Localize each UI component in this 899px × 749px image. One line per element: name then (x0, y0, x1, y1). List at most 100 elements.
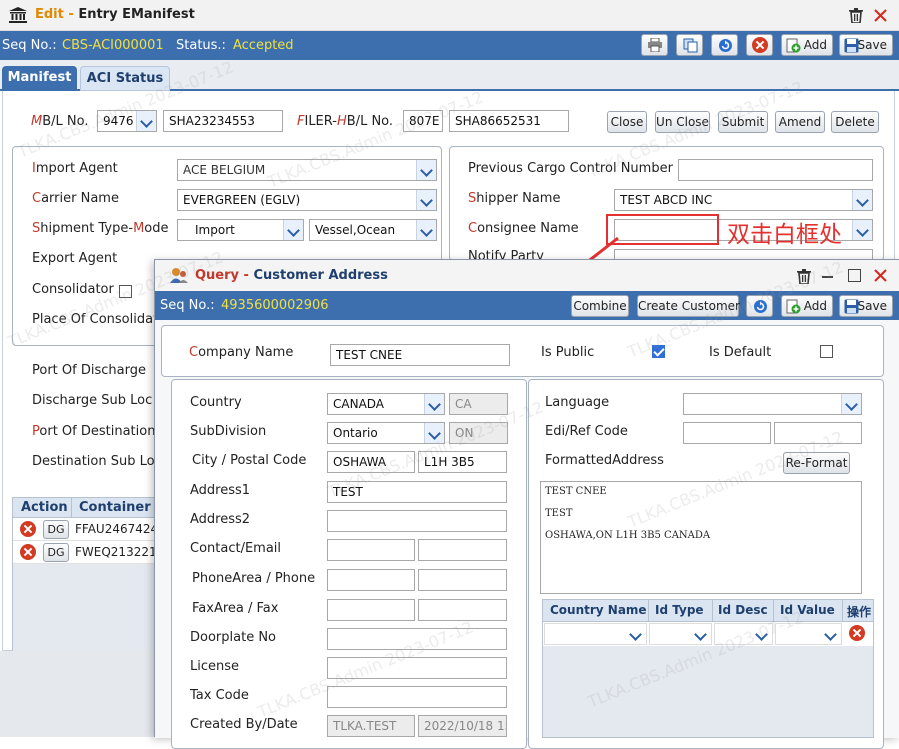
unclose-button[interactable]: Un Close (655, 111, 710, 133)
tab-aci-status[interactable]: ACI Status (80, 66, 170, 91)
close-button[interactable]: Close (607, 111, 647, 133)
country-select[interactable]: CANADA (327, 393, 445, 415)
edi-input[interactable] (683, 422, 771, 444)
cancel-icon (752, 37, 768, 53)
id-type-select[interactable] (649, 623, 712, 645)
mbl-prefix-value: 9476 (103, 114, 134, 128)
license-input[interactable] (327, 657, 507, 679)
phone-area-input[interactable] (327, 569, 415, 591)
fax-area-input[interactable] (327, 599, 415, 621)
contact-input[interactable] (327, 539, 415, 561)
company-input[interactable]: TEST CNEE (330, 344, 510, 366)
dg-button[interactable]: DG (43, 520, 69, 539)
table-row[interactable] (543, 622, 873, 646)
is-public-checkbox[interactable] (652, 345, 665, 358)
delete-row-icon[interactable] (849, 625, 865, 641)
postal-input[interactable]: L1H 3B5 (418, 451, 507, 473)
trash-icon[interactable] (849, 8, 863, 23)
cancel-button[interactable] (746, 34, 773, 56)
title-sep: - (63, 7, 79, 22)
close-icon[interactable] (874, 269, 887, 282)
save-disk-icon (844, 299, 859, 314)
mbl-prefix-select[interactable]: 9476 (97, 110, 157, 132)
city-input[interactable]: OSHAWA (327, 451, 415, 473)
email-input[interactable] (418, 539, 507, 561)
maximize-icon[interactable] (848, 269, 861, 282)
is-default-checkbox[interactable] (820, 345, 833, 358)
tab-strip: Manifest ACI Status (0, 60, 899, 91)
delete-button[interactable]: Delete (831, 111, 879, 133)
contact-label: Contact/Email (190, 541, 282, 556)
shipment-type-select[interactable]: Import (177, 219, 304, 241)
export-agent-label: Export Agent (32, 251, 118, 266)
id-value-select[interactable] (775, 623, 842, 645)
combine-button[interactable]: Combine (571, 295, 629, 317)
prev-ccn-label: Previous Cargo Control Number (468, 161, 673, 176)
amend-button[interactable]: Amend (775, 111, 825, 133)
consolidator-checkbox[interactable] (119, 285, 132, 298)
tax-input[interactable] (327, 686, 507, 708)
refresh-button[interactable] (711, 34, 738, 56)
dialog-save-button[interactable]: Save (839, 295, 893, 317)
copy-button[interactable] (676, 34, 703, 56)
user-address-icon (170, 268, 188, 283)
import-agent-select[interactable]: ACE BELGIUM (177, 159, 437, 181)
col-container: Container N (79, 500, 167, 515)
refresh-icon (754, 300, 767, 313)
col-action: Action (21, 500, 68, 515)
id-desc-select[interactable] (714, 623, 773, 645)
company-label: Company Name (189, 345, 294, 360)
phone-input[interactable] (418, 569, 507, 591)
address2-input[interactable] (327, 510, 507, 532)
submit-button[interactable]: Submit (718, 111, 768, 133)
doorplate-input[interactable] (327, 628, 507, 650)
shipment-mode-select[interactable]: Vessel,Ocean (309, 219, 437, 241)
language-select[interactable] (683, 393, 862, 415)
shipper-select[interactable]: TEST ABCD INC (614, 189, 873, 211)
save-label: Save (857, 38, 887, 52)
reformat-button[interactable]: Re-Format (783, 452, 850, 474)
dialog-seq-bar: Seq No.: 4935600002906 Combine Create Cu… (155, 291, 899, 320)
formatted-line: TEST CNEE (545, 486, 607, 497)
address1-input[interactable]: TEST (327, 481, 507, 503)
refresh-icon (719, 39, 732, 52)
chevron-down-icon (841, 394, 861, 414)
filer-prefix-input[interactable]: 807E (403, 110, 443, 132)
chevron-down-icon (821, 624, 841, 644)
formatted-address-box[interactable]: TEST CNEE TEST OSHAWA,ON L1H 3B5 CANADA (540, 481, 862, 594)
title-name: Entry EManifest (78, 7, 195, 22)
dialog-title-sep: - (239, 268, 254, 283)
id-country-select[interactable] (544, 623, 647, 645)
delete-row-icon[interactable] (20, 544, 36, 560)
prev-ccn-input[interactable] (678, 159, 873, 181)
col-id-value: Id Value (780, 603, 835, 617)
minimize-icon[interactable] (822, 276, 833, 278)
close-icon[interactable] (874, 9, 887, 22)
add-button[interactable]: Add (781, 34, 833, 56)
shipper-value: TEST ABCD INC (620, 193, 713, 207)
delete-row-icon[interactable] (20, 521, 36, 537)
save-button[interactable]: Save (839, 34, 893, 56)
shipment-mode-value: Vessel,Ocean (315, 223, 396, 237)
license-label: License (190, 659, 240, 674)
add-doc-icon (786, 299, 801, 314)
bank-icon (9, 7, 27, 23)
is-public-label: Is Public (541, 345, 595, 360)
mbl-input[interactable]: SHA23234553 (163, 110, 283, 132)
fax-input[interactable] (418, 599, 507, 621)
table-row[interactable]: DG FFAU2467424 (13, 518, 158, 541)
id-table: Country Name Id Type Id Desc Id Value 操作 (542, 599, 874, 738)
carrier-select[interactable]: EVERGREEN (EGLV) (177, 189, 437, 211)
trash-icon[interactable] (797, 269, 811, 284)
dialog-refresh-button[interactable] (746, 295, 773, 317)
subdivision-select[interactable]: Ontario (327, 422, 445, 444)
print-button[interactable] (641, 34, 668, 56)
ref-input[interactable] (774, 422, 862, 444)
table-row[interactable]: DG FWEQ213221 (13, 541, 157, 564)
is-default-label: Is Default (709, 345, 772, 360)
create-customer-button[interactable]: Create Customer (637, 295, 740, 317)
filer-input[interactable]: SHA86652531 (449, 110, 569, 132)
dialog-add-button[interactable]: Add (781, 295, 833, 317)
dg-button[interactable]: DG (43, 543, 69, 562)
tab-manifest[interactable]: Manifest (2, 66, 77, 91)
